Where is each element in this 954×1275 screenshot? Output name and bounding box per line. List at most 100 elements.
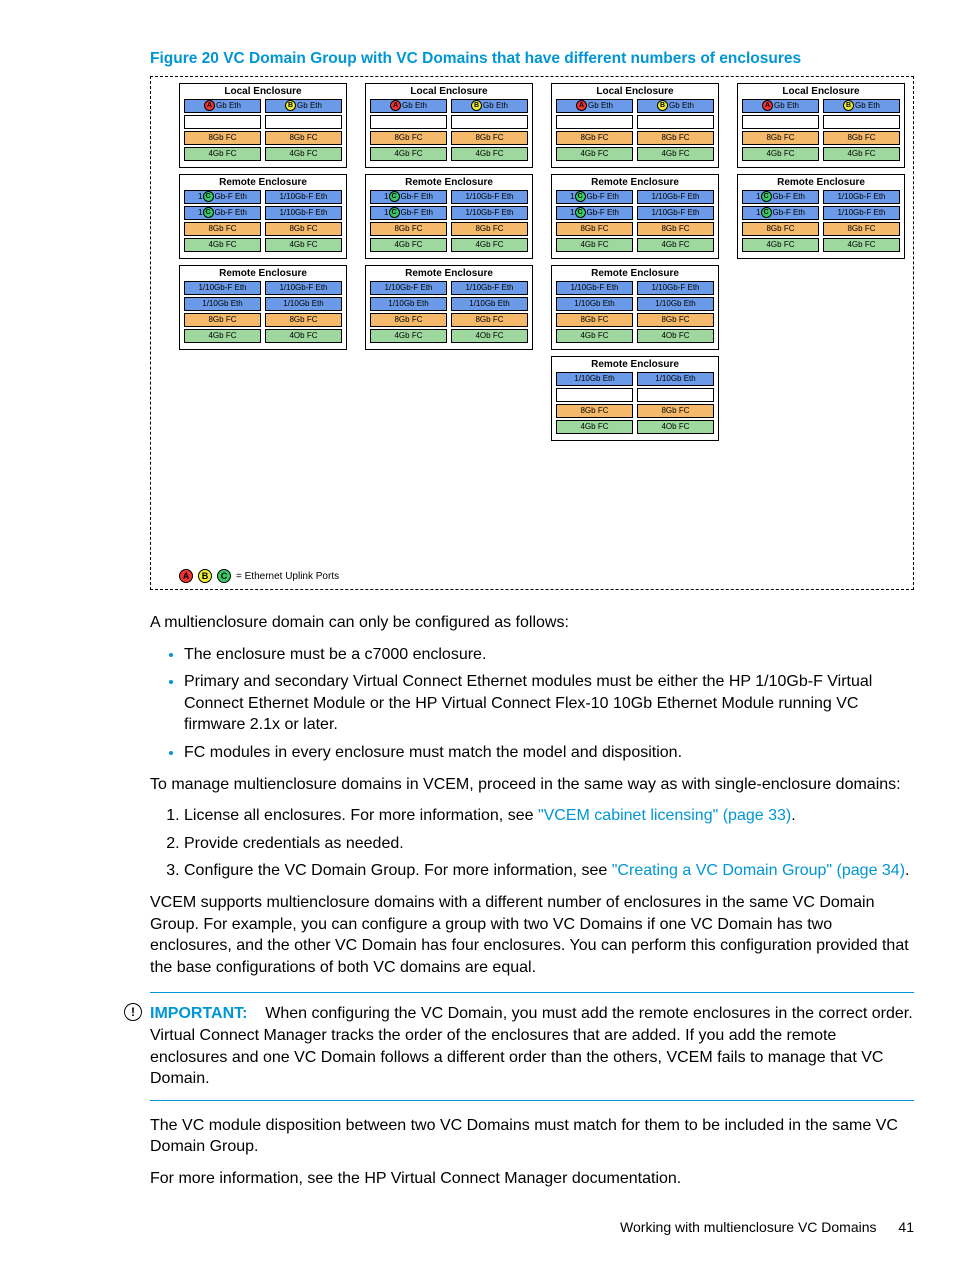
- module-slot: 8Gb FC: [370, 222, 447, 236]
- diagram-column: Local Enclosure AGb Eth BGb Eth 8Gb FC 8Gb F…: [365, 83, 533, 441]
- port-dot-c: C: [389, 207, 400, 218]
- module-slot: 8Gb FC: [742, 131, 819, 145]
- port-dot-a: A: [390, 100, 401, 111]
- module-slot: 1/10Gb Eth: [637, 372, 714, 386]
- module-slot: [742, 115, 819, 129]
- module-slot: 1/10Gb Eth: [184, 297, 261, 311]
- module-slot: 1/10Gb-F Eth: [265, 281, 342, 295]
- module-slot: 4Gb FC: [451, 147, 528, 161]
- enclosure-box: Remote Enclosure1/10Gb-F Eth1/10Gb-F Eth…: [179, 265, 347, 350]
- module-slot: 4Gb FC: [370, 147, 447, 161]
- paragraph: The VC module disposition between two VC…: [150, 1115, 914, 1158]
- port-dot-c: C: [389, 191, 400, 202]
- enclosure-box: Remote Enclosure1CGb-F Eth1/10Gb-F Eth1C…: [179, 174, 347, 259]
- list-item: Configure the VC Domain Group. For more …: [184, 860, 914, 882]
- text: Configure the VC Domain Group. For more …: [184, 862, 612, 879]
- module-slot: 8Gb FC: [556, 313, 633, 327]
- numbered-list: License all enclosures. For more informa…: [150, 805, 914, 882]
- module-slot: 1/10Gb Eth: [265, 297, 342, 311]
- module-slot: 8Gb FC: [637, 404, 714, 418]
- module-slot: 1CGb-F Eth: [184, 190, 261, 204]
- module-slot: BGb Eth: [265, 99, 342, 113]
- module-slot: 1/10Gb-F Eth: [637, 281, 714, 295]
- link-vcem-licensing[interactable]: "VCEM cabinet licensing" (page 33): [538, 807, 791, 824]
- list-item: Provide credentials as needed.: [184, 833, 914, 855]
- paragraph: A multienclosure domain can only be conf…: [150, 612, 914, 634]
- port-dot-c: C: [575, 191, 586, 202]
- list-item: Primary and secondary Virtual Connect Et…: [184, 671, 914, 736]
- module-slot: 1/10Gb Eth: [556, 297, 633, 311]
- legend-text: = Ethernet Uplink Ports: [236, 571, 339, 582]
- module-slot: 8Gb FC: [556, 222, 633, 236]
- module-slot: BGb Eth: [451, 99, 528, 113]
- module-slot: BGb Eth: [823, 99, 900, 113]
- module-slot: 1/10Gb-F Eth: [823, 190, 900, 204]
- legend-dot-a: A: [179, 569, 193, 583]
- enclosure-title: Remote Enclosure: [742, 177, 900, 188]
- module-slot: 8Gb FC: [370, 131, 447, 145]
- enclosure-title: Remote Enclosure: [370, 177, 528, 188]
- module-slot: 8Gb FC: [184, 313, 261, 327]
- enclosure-title: Remote Enclosure: [556, 268, 714, 279]
- port-dot-b: B: [471, 100, 482, 111]
- module-slot: [823, 115, 900, 129]
- enclosure-box: Remote Enclosure1/10Gb Eth1/10Gb Eth8Gb …: [551, 356, 719, 441]
- module-slot: 1CGb-F Eth: [556, 190, 633, 204]
- module-slot: 1/10Gb-F Eth: [184, 281, 261, 295]
- module-slot: 4Gb FC: [451, 238, 528, 252]
- enclosure-box: Remote Enclosure1CGb-F Eth1/10Gb-F Eth1C…: [737, 174, 905, 259]
- diagram-column: Local EnclosureAGb EthBGb Eth8Gb FC8Gb F…: [551, 83, 719, 441]
- port-dot-c: C: [761, 207, 772, 218]
- legend-dot-c: C: [217, 569, 231, 583]
- port-dot-c: C: [761, 191, 772, 202]
- figure-legend: A B C = Ethernet Uplink Ports: [179, 569, 339, 583]
- module-slot: 4Gb FC: [265, 147, 342, 161]
- list-item: License all enclosures. For more informa…: [184, 805, 914, 827]
- module-slot: [184, 115, 261, 129]
- module-slot: 1/10Gb-F Eth: [265, 206, 342, 220]
- paragraph: To manage multienclosure domains in VCEM…: [150, 774, 914, 796]
- module-slot: 8Gb FC: [823, 131, 900, 145]
- figure-caption: Figure 20 VC Domain Group with VC Domain…: [150, 50, 914, 68]
- diagram-column: Local EnclosureAGb EthBGb Eth8Gb FC8Gb F…: [179, 83, 347, 441]
- module-slot: AGb Eth: [370, 99, 447, 113]
- module-slot: 4Gb FC: [556, 329, 633, 343]
- module-slot: AGb Eth: [556, 99, 633, 113]
- module-slot: 8Gb FC: [451, 222, 528, 236]
- module-slot: 8Gb FC: [637, 131, 714, 145]
- module-slot: 4Gb FC: [823, 238, 900, 252]
- module-slot: 4Gb FC: [184, 238, 261, 252]
- diagram-column: Local Enclosure AGb Eth BGb Eth 8Gb FC 8Gb F…: [737, 83, 905, 441]
- module-slot: 1CGb-F Eth: [556, 206, 633, 220]
- module-slot: BGb Eth: [637, 99, 714, 113]
- module-slot: 8Gb FC: [637, 222, 714, 236]
- figure-diagram: Local Enclosure AGb Eth BGb Eth 8Gb FC 8Gb F…: [150, 76, 914, 590]
- enclosure-title: Local Enclosure: [370, 86, 528, 97]
- module-slot: 1/10Gb-F Eth: [556, 281, 633, 295]
- module-slot: 1/10Gb Eth: [370, 297, 447, 311]
- module-slot: [637, 115, 714, 129]
- module-slot: 1/10Gb-F Eth: [637, 190, 714, 204]
- enclosure-title: Local Enclosure: [742, 86, 900, 97]
- link-create-vc-domain-group[interactable]: "Creating a VC Domain Group" (page 34): [612, 862, 905, 879]
- port-dot-b: B: [285, 100, 296, 111]
- port-dot-c: C: [203, 207, 214, 218]
- module-slot: 4Gb FC: [742, 238, 819, 252]
- module-slot: 4Ob FC: [637, 420, 714, 434]
- module-slot: 1/10Gb Eth: [637, 297, 714, 311]
- module-slot: 8Gb FC: [823, 222, 900, 236]
- important-text: When configuring the VC Domain, you must…: [150, 1005, 913, 1087]
- text: .: [791, 807, 795, 824]
- module-slot: 1/10Gb Eth: [556, 372, 633, 386]
- module-slot: 4Gb FC: [637, 238, 714, 252]
- enclosure-box: Remote Enclosure 1/10Gb-F Eth 1/10Gb-F Eth…: [551, 265, 719, 350]
- module-slot: AGb Eth: [742, 99, 819, 113]
- module-slot: 4Gb FC: [556, 147, 633, 161]
- paragraph: For more information, see the HP Virtual…: [150, 1168, 914, 1190]
- module-slot: 8Gb FC: [637, 313, 714, 327]
- list-item: The enclosure must be a c7000 enclosure.: [184, 644, 914, 666]
- module-slot: 4Ob FC: [265, 329, 342, 343]
- module-slot: 8Gb FC: [265, 313, 342, 327]
- module-slot: 4Gb FC: [265, 238, 342, 252]
- module-slot: 1/10Gb-F Eth: [451, 190, 528, 204]
